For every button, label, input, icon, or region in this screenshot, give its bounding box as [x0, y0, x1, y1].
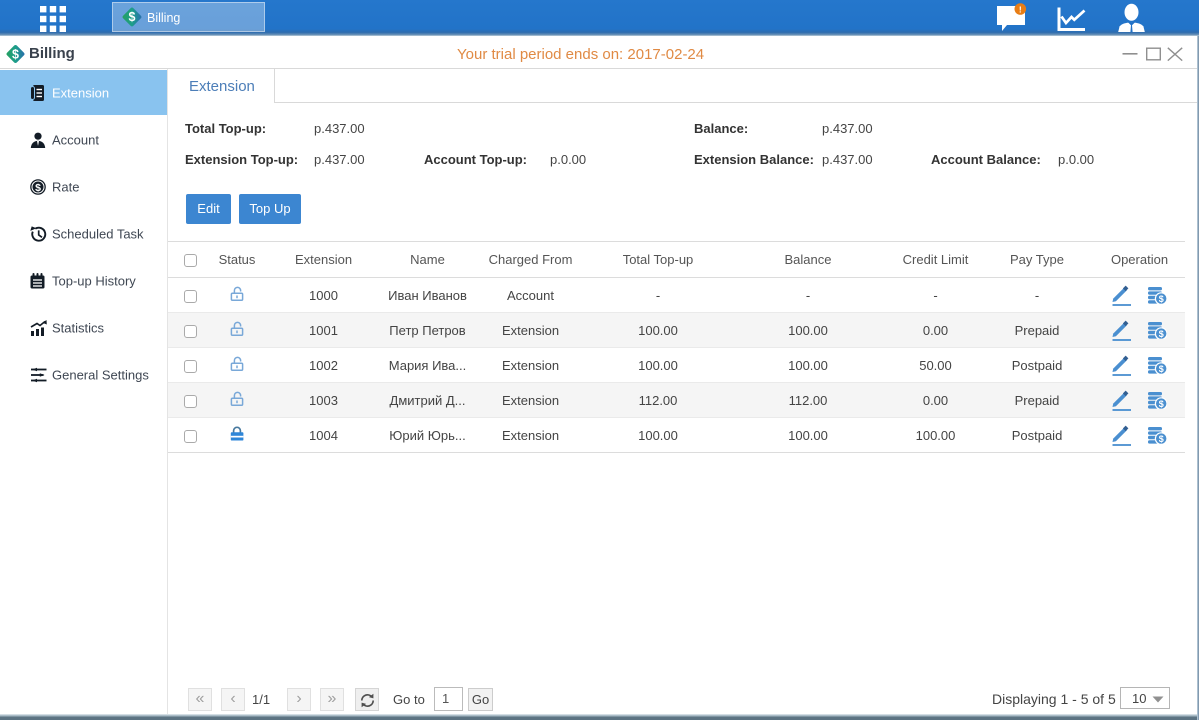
- svg-text:$: $: [129, 10, 136, 24]
- svg-text:!: !: [1019, 5, 1022, 15]
- svg-text:$: $: [1159, 399, 1164, 409]
- svg-text:$: $: [1159, 329, 1164, 339]
- svg-text:$: $: [35, 182, 41, 194]
- svg-text:$: $: [1159, 294, 1164, 304]
- svg-text:$: $: [12, 48, 19, 62]
- svg-text:$: $: [1159, 434, 1164, 444]
- svg-text:$: $: [1159, 364, 1164, 374]
